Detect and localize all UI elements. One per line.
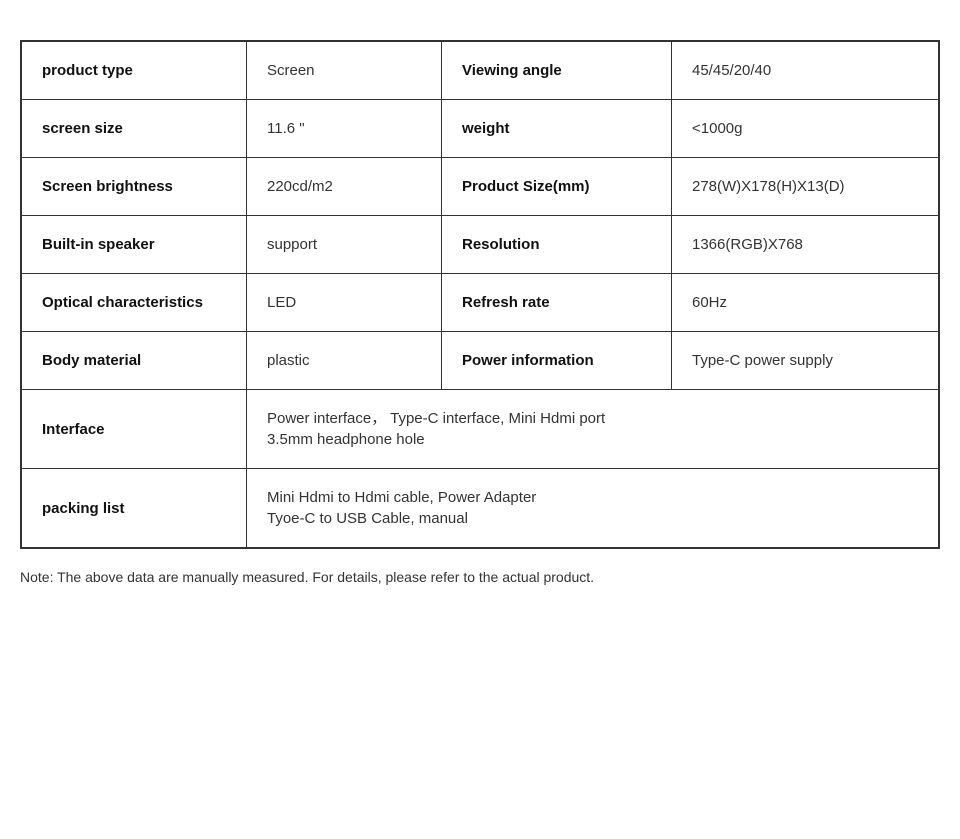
label-cell-6-left: Body material <box>22 332 247 390</box>
span-value-1: Power interface， Type-C interface, Mini … <box>247 390 939 469</box>
label-cell-4-left: Built-in speaker <box>22 216 247 274</box>
label-cell-6-right: Power information <box>442 332 672 390</box>
label-cell-1-right: Viewing angle <box>442 42 672 100</box>
span-label-1: Interface <box>22 390 247 469</box>
label-cell-1-left: product type <box>22 42 247 100</box>
label-cell-2-right: weight <box>442 100 672 158</box>
value-cell-1-left: Screen <box>247 42 442 100</box>
note-text: Note: The above data are manually measur… <box>20 569 940 585</box>
label-cell-3-left: Screen brightness <box>22 158 247 216</box>
value-cell-5-right: 60Hz <box>672 274 939 332</box>
value-cell-3-right: 278(W)X178(H)X13(D) <box>672 158 939 216</box>
value-cell-1-right: 45/45/20/40 <box>672 42 939 100</box>
label-cell-4-right: Resolution <box>442 216 672 274</box>
value-cell-4-right: 1366(RGB)X768 <box>672 216 939 274</box>
value-cell-5-left: LED <box>247 274 442 332</box>
value-cell-4-left: support <box>247 216 442 274</box>
label-cell-5-left: Optical characteristics <box>22 274 247 332</box>
value-cell-3-left: 220cd/m2 <box>247 158 442 216</box>
label-cell-3-right: Product Size(mm) <box>442 158 672 216</box>
value-cell-2-left: 11.6 " <box>247 100 442 158</box>
label-cell-2-left: screen size <box>22 100 247 158</box>
value-cell-2-right: <1000g <box>672 100 939 158</box>
span-label-2: packing list <box>22 469 247 548</box>
label-cell-5-right: Refresh rate <box>442 274 672 332</box>
value-cell-6-left: plastic <box>247 332 442 390</box>
product-specs-table: product typeScreenViewing angle45/45/20/… <box>20 40 940 549</box>
span-value-2: Mini Hdmi to Hdmi cable, Power AdapterTy… <box>247 469 939 548</box>
value-cell-6-right: Type-C power supply <box>672 332 939 390</box>
